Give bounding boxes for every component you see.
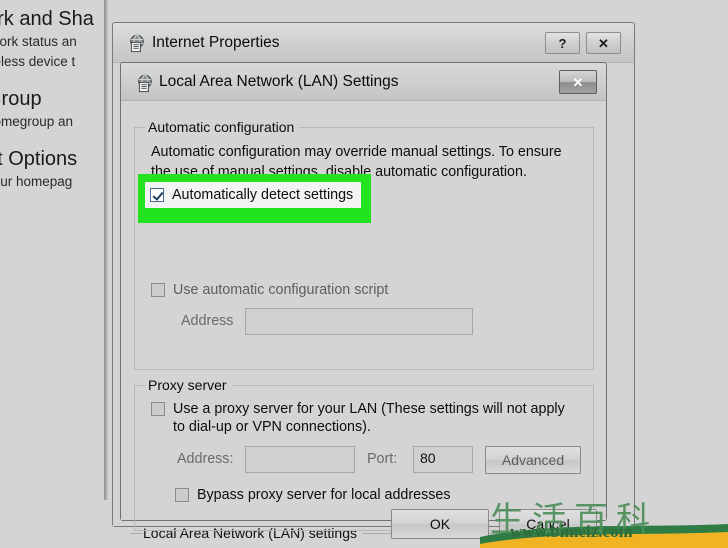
close-icon: ✕: [598, 35, 609, 51]
automatically-detect-settings-label: Automatically detect settings: [172, 187, 354, 203]
help-button[interactable]: ?: [545, 32, 580, 54]
bypass-proxy-row[interactable]: Bypass proxy server for local addresses: [175, 486, 450, 504]
proxy-address-label: Address:: [177, 451, 234, 467]
automatic-configuration-group: Automatic configuration Automatic config…: [134, 119, 594, 370]
close-icon: ✕: [572, 74, 584, 90]
internet-properties-title: Internet Properties: [152, 34, 280, 51]
automatic-configuration-legend: Automatic configuration: [145, 119, 300, 135]
cancel-button[interactable]: Cancel: [499, 509, 597, 539]
proxy-server-legend: Proxy server: [145, 377, 232, 393]
automatically-detect-settings-checkbox[interactable]: [150, 188, 164, 202]
lan-settings-icon: [136, 74, 155, 93]
lan-settings-body: Automatic configuration Automatic config…: [121, 101, 606, 539]
lan-settings-titlebar[interactable]: Local Area Network (LAN) Settings ✕: [121, 63, 606, 101]
ok-button[interactable]: OK: [391, 509, 489, 539]
proxy-port-input[interactable]: 80: [413, 446, 473, 473]
question-mark-icon: ?: [558, 35, 567, 51]
lan-settings-dialog: Local Area Network (LAN) Settings ✕ Auto…: [120, 62, 607, 539]
use-script-checkbox[interactable]: [151, 283, 165, 297]
advanced-button[interactable]: Advanced: [485, 446, 581, 474]
script-address-label: Address: [181, 313, 234, 329]
script-address-input[interactable]: [245, 308, 473, 335]
automatically-detect-settings-row[interactable]: Automatically detect settings: [150, 186, 353, 204]
use-script-label: Use automatic configuration script: [173, 282, 389, 298]
use-proxy-server-checkbox[interactable]: [151, 402, 165, 416]
proxy-address-input[interactable]: [245, 446, 355, 473]
bypass-proxy-label: Bypass proxy server for local addresses: [197, 487, 451, 503]
use-automatic-configuration-script-row[interactable]: Use automatic configuration script: [151, 281, 388, 299]
use-proxy-server-row[interactable]: Use a proxy server for your LAN (These s…: [151, 400, 571, 436]
screen: ork and Sha twork status an ireless devi…: [0, 0, 728, 548]
bypass-proxy-checkbox[interactable]: [175, 488, 189, 502]
lan-settings-title: Local Area Network (LAN) Settings: [159, 73, 399, 90]
internet-properties-titlebar[interactable]: Internet Properties ? ✕: [113, 23, 634, 63]
proxy-port-label: Port:: [367, 451, 398, 467]
use-proxy-server-label: Use a proxy server for your LAN (These s…: [173, 401, 565, 435]
lan-settings-close-button[interactable]: ✕: [559, 70, 597, 94]
backdrop-panel-edge: [106, 0, 108, 548]
internet-properties-icon: [128, 34, 147, 53]
internet-properties-close-button[interactable]: ✕: [586, 32, 621, 54]
